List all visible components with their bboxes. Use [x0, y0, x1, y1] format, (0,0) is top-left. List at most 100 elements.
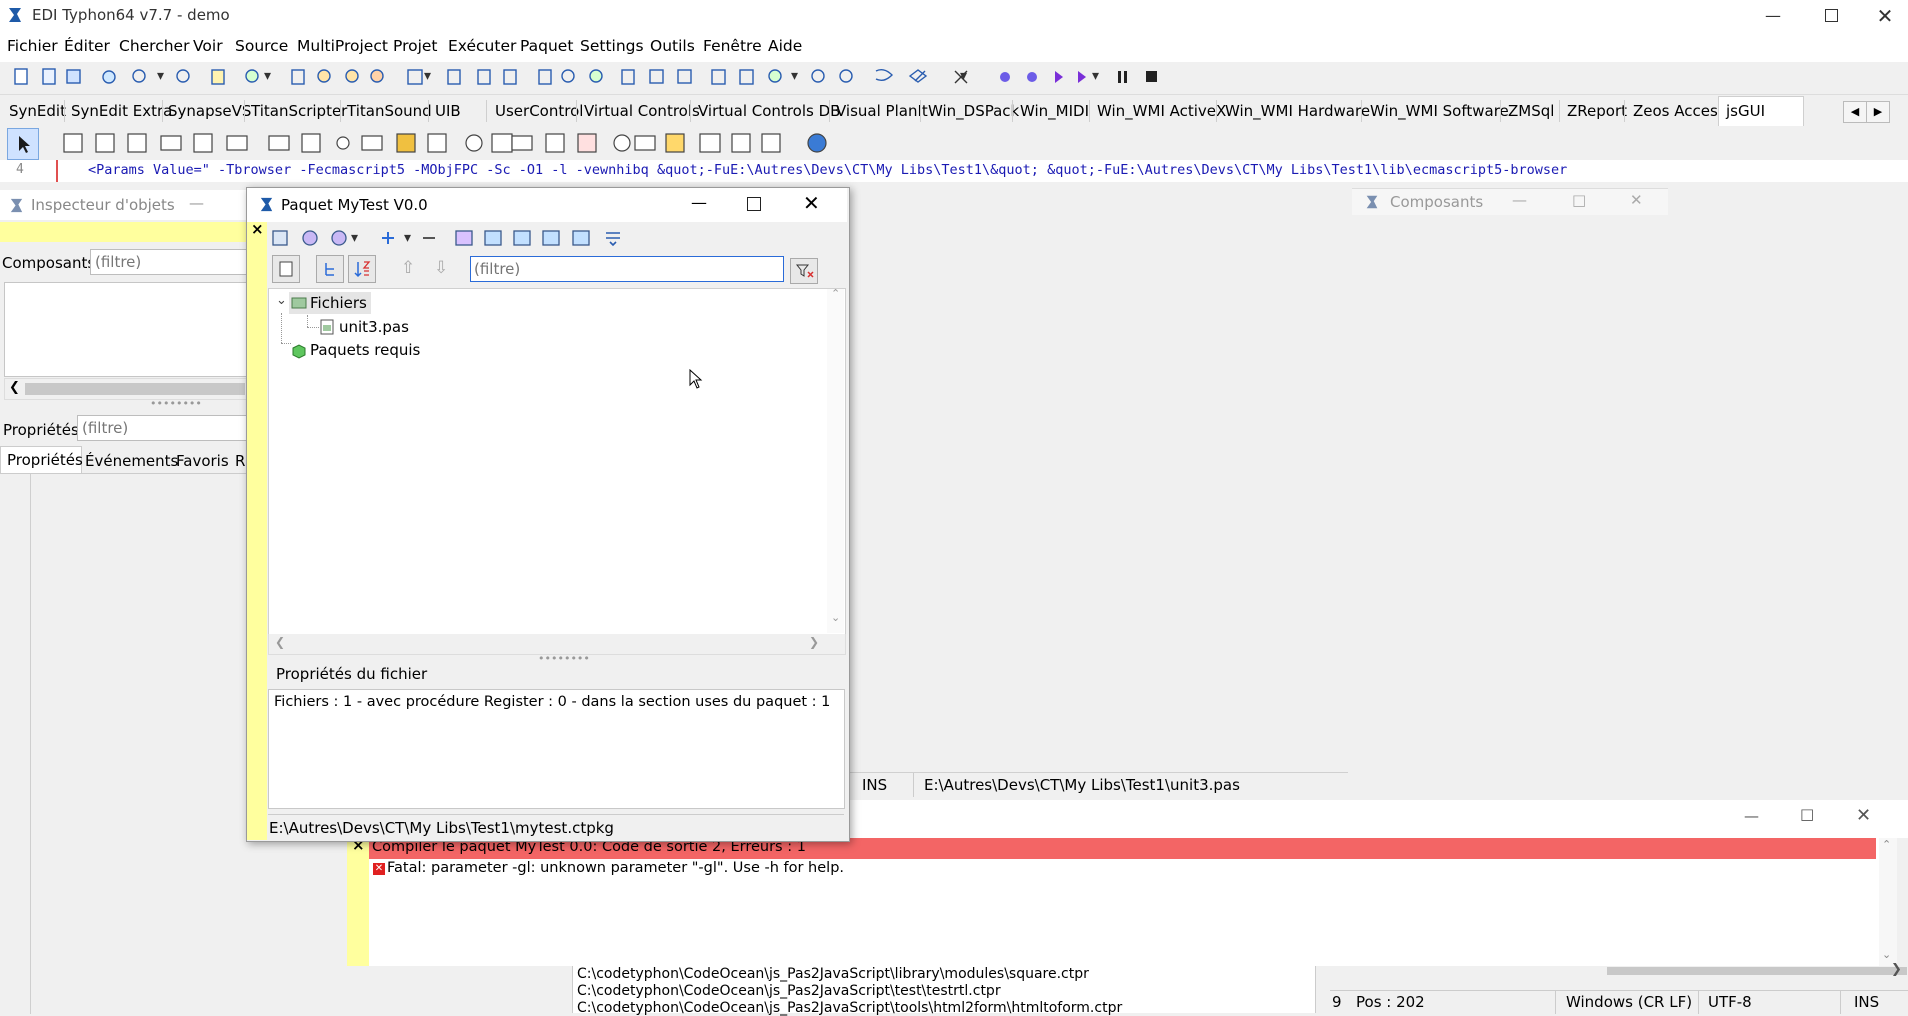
message-fatal-text[interactable]: Fatal: parameter -gl: unknown parameter … [387, 860, 844, 876]
scroll-down-icon[interactable]: ⌄ [1882, 948, 1891, 961]
tab-r[interactable]: R [235, 452, 245, 470]
splitter-handle[interactable]: •••••••• [150, 397, 202, 410]
menu-executer[interactable]: Exécuter [448, 37, 516, 55]
scroll-left-icon[interactable]: ❮ [275, 635, 285, 649]
recent-file-item[interactable]: C:\codetyphon\CodeOcean\js_Pas2JavaScrip… [577, 983, 1001, 999]
chevron-down-icon[interactable]: ▾ [960, 68, 967, 84]
scroll-up-icon[interactable]: ⌃ [831, 287, 840, 300]
sort-alpha-button[interactable] [348, 255, 376, 283]
close-button[interactable]: ✕ [1862, 0, 1908, 31]
menu-projet[interactable]: Projet [393, 37, 438, 55]
tab-titansound[interactable]: TitanSound [347, 102, 432, 120]
tab-proprietes-active[interactable]: Propriétés [0, 446, 83, 473]
source-editor-line[interactable]: 4 <Params Value=" -Tbrowser -Fecmascript… [0, 160, 1908, 182]
clear-filter-button[interactable] [790, 258, 818, 284]
tab-virtual-controls[interactable]: Virtual Controls [584, 102, 700, 120]
tab-usercontrol[interactable]: UserControl [495, 102, 583, 120]
tree-node-unit3[interactable]: unit3.pas [319, 317, 419, 339]
properties-grid[interactable] [0, 473, 250, 1014]
sort-tree-button[interactable] [316, 255, 344, 283]
package-window-title-bar: Paquet MyTest V0.0 — ✕ [247, 188, 847, 222]
tab-zmsql[interactable]: ZMSql [1508, 102, 1554, 120]
tab-virtual-controls-db[interactable]: Virtual Controls DB [698, 102, 840, 120]
scroll-up-icon[interactable]: ⌃ [1882, 838, 1891, 851]
tab-synedit-extra[interactable]: SynEdit Extra [71, 102, 172, 120]
package-file-tree[interactable]: ⌄ Fichiers unit3.pas Paquets requis ⌃ ⌄ [268, 287, 846, 636]
properties-filter-input[interactable]: (filtre) [77, 415, 250, 441]
tree-node-paquets-requis[interactable]: Paquets requis [289, 340, 449, 362]
chevron-down-icon[interactable]: ▾ [351, 230, 358, 246]
tab-jsgui-active[interactable]: jsGUI [1718, 96, 1804, 127]
composants-minimize-button[interactable]: — [1512, 191, 1527, 209]
package-toolbar[interactable] [270, 228, 630, 250]
menu-bar: Fichier Éditer Chercher Voir Source Mult… [0, 31, 1908, 62]
tab-scroll-left-button[interactable]: ◀ [1843, 101, 1867, 123]
tab-win-wmi-software[interactable]: Win_WMI Software [1370, 102, 1509, 120]
tab-zreport[interactable]: ZReport [1567, 102, 1627, 120]
chevron-down-icon[interactable]: ▾ [791, 68, 798, 84]
menu-fenetre[interactable]: Fenêtre [703, 37, 762, 55]
menu-outils[interactable]: Outils [650, 37, 695, 55]
tab-scroll-right-button[interactable]: ▶ [1866, 101, 1890, 123]
package-minimize-button[interactable]: — [691, 193, 707, 212]
inspector-minimize-button[interactable]: — [189, 194, 204, 212]
tab-win-dspack[interactable]: Win_DSPack [928, 102, 1019, 120]
chevron-down-icon[interactable]: ▾ [157, 68, 164, 84]
open-file-button[interactable] [272, 255, 300, 283]
chevron-down-icon[interactable]: ▾ [424, 68, 431, 84]
tab-win-wmi-activex[interactable]: Win_WMI ActiveX [1097, 102, 1226, 120]
package-close-button[interactable]: ✕ [803, 191, 820, 215]
chevron-down-icon[interactable]: ⌄ [276, 293, 287, 308]
components-tree[interactable] [4, 282, 250, 377]
tab-win-wmi-hardware[interactable]: Win_WMI Hardware [1225, 102, 1370, 120]
splitter-handle[interactable]: •••••••• [538, 652, 590, 665]
tree-node-fichiers[interactable]: Fichiers [289, 292, 371, 314]
menu-settings[interactable]: Settings [580, 37, 644, 55]
jsgui-component-icons[interactable] [60, 130, 840, 158]
chevron-down-icon[interactable]: ▾ [1092, 68, 1099, 84]
chevron-down-icon[interactable]: ▾ [264, 68, 271, 84]
close-icon[interactable]: × [251, 220, 264, 238]
messages-close-button[interactable]: ✕ [1856, 805, 1871, 826]
messages-vertical-scrollbar[interactable]: ⌃ ⌄ [1879, 838, 1897, 966]
tab-synedit[interactable]: SynEdit [9, 102, 66, 120]
menu-fichier[interactable]: Fichier [7, 37, 58, 55]
move-up-icon[interactable]: ⇧ [401, 258, 415, 278]
scroll-right-icon[interactable]: ❯ [809, 635, 819, 649]
messages-minimize-button[interactable]: — [1744, 807, 1759, 825]
toolbar-icons [14, 68, 1157, 85]
components-horizontal-scrollbar[interactable]: ❮ [4, 378, 250, 400]
menu-aide[interactable]: Aide [768, 37, 802, 55]
menu-chercher[interactable]: Chercher [119, 37, 189, 55]
chevron-down-icon[interactable]: ▾ [404, 230, 411, 246]
move-down-icon[interactable]: ⇩ [434, 258, 448, 278]
menu-voir[interactable]: Voir [193, 37, 223, 55]
composants-maximize-button[interactable]: □ [1572, 191, 1586, 209]
scroll-left-icon[interactable]: ❮ [9, 380, 20, 395]
tab-uib[interactable]: UIB [435, 102, 461, 120]
scrollbar-thumb[interactable] [25, 383, 245, 395]
package-maximize-button[interactable] [747, 197, 761, 211]
maximize-button[interactable] [1808, 0, 1854, 31]
tab-evenements[interactable]: Événements [85, 452, 178, 470]
status-position: Pos : 202 [1356, 993, 1425, 1011]
tab-titanscripter[interactable]: TitanScripter [251, 102, 347, 120]
tab-synapsevs[interactable]: SynapseVS [168, 102, 251, 120]
tab-win-midi[interactable]: Win_MIDI [1020, 102, 1089, 120]
menu-source[interactable]: Source [235, 37, 288, 55]
tab-favoris[interactable]: Favoris [176, 452, 229, 470]
tab-zeos-access[interactable]: Zeos Access [1633, 102, 1726, 120]
menu-editer[interactable]: Éditer [64, 37, 110, 55]
menu-multiproject[interactable]: MultiProject [297, 37, 388, 55]
tab-visual-planit[interactable]: Visual PlanIt [836, 102, 928, 120]
minimize-button[interactable]: — [1750, 0, 1796, 31]
select-pointer-button[interactable] [7, 128, 39, 160]
recent-file-item[interactable]: C:\codetyphon\CodeOcean\js_Pas2JavaScrip… [577, 1000, 1122, 1016]
messages-maximize-button[interactable]: □ [1800, 805, 1814, 823]
components-filter-input[interactable]: (filtre) [90, 249, 250, 275]
composants-close-button[interactable]: ✕ [1630, 191, 1643, 209]
menu-paquet[interactable]: Paquet [520, 37, 573, 55]
package-filter-input[interactable] [470, 256, 784, 282]
scroll-down-icon[interactable]: ⌄ [831, 611, 840, 624]
tree-vertical-scrollbar[interactable]: ⌃ ⌄ [827, 287, 844, 633]
